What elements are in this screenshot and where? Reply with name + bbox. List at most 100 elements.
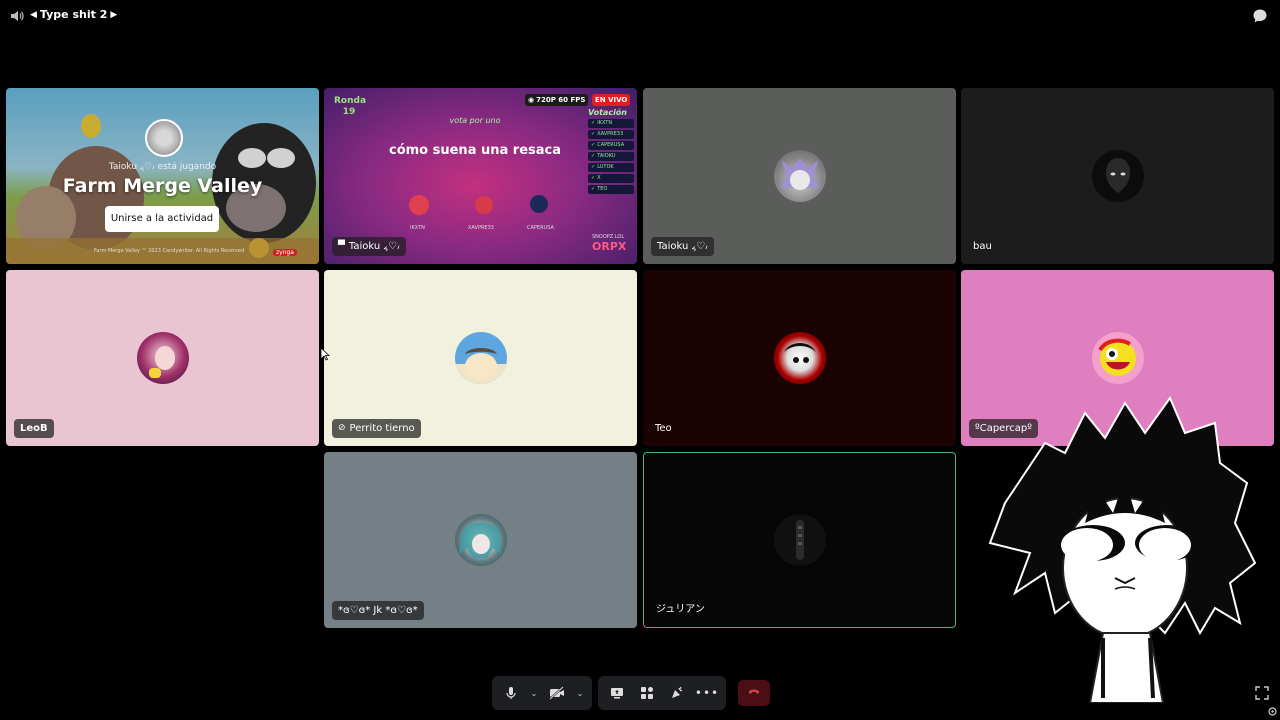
copyright-text: Farm Merge Valley ™ 2023 Candywriter. Al… bbox=[94, 248, 245, 254]
check-icon: ✓ bbox=[591, 175, 596, 181]
vote-name: X bbox=[597, 175, 601, 181]
participant-name-label: Taioku ៹♡៸ bbox=[651, 237, 714, 256]
user-name: Taioku ៹♡៸ bbox=[348, 241, 400, 252]
participant-name-label: bau bbox=[973, 241, 992, 252]
participant-name-label: ジュリアン bbox=[656, 604, 705, 615]
screen-share-button[interactable] bbox=[602, 678, 632, 708]
check-icon: ✓ bbox=[591, 120, 596, 126]
stream-tile[interactable]: Ronda 19 ◉ 720P 60 FPS EN VIVO vota por … bbox=[324, 88, 637, 264]
avatar bbox=[454, 332, 507, 384]
avatar bbox=[454, 514, 507, 566]
triangle-right-icon: ▶ bbox=[110, 9, 118, 20]
vote-name: IKXTN bbox=[597, 120, 613, 126]
participant-name-label: *ɞ♡ɞ* Jk *ɞ♡ɞ* bbox=[332, 601, 424, 620]
zynga-badge: zynga bbox=[273, 249, 297, 256]
player-name-1: IKXTN bbox=[410, 225, 425, 231]
more-options-button[interactable]: ••• bbox=[692, 678, 722, 708]
disconnect-button[interactable] bbox=[738, 680, 770, 706]
round-logo: Ronda 19 bbox=[334, 96, 367, 117]
vote-name: TAIOKU bbox=[597, 153, 616, 159]
camera-off-icon bbox=[549, 686, 564, 700]
live-badge: EN VIVO bbox=[592, 94, 631, 106]
avatar bbox=[773, 332, 826, 384]
vote-row: ✓ IKXTN bbox=[588, 119, 634, 128]
avatar bbox=[773, 514, 826, 566]
check-icon: ✓ bbox=[591, 153, 596, 159]
camera-off-icon: ⊘ bbox=[338, 423, 346, 433]
vote-row: ✓ TEO bbox=[588, 185, 634, 194]
fullscreen-icon[interactable] bbox=[1255, 686, 1269, 700]
vote-subtitle: vota por uno bbox=[449, 116, 501, 125]
mic-options-button[interactable]: ⌄ bbox=[526, 678, 542, 708]
check-icon: ✓ bbox=[591, 142, 596, 148]
participant-tile-jk[interactable]: *ɞ♡ɞ* Jk *ɞ♡ɞ* bbox=[324, 452, 637, 628]
vote-row: ✓ X bbox=[588, 174, 634, 183]
participant-tile-julian[interactable]: ジュリアン bbox=[643, 452, 956, 628]
player-avatar bbox=[145, 119, 183, 157]
activity-status: Taioku ៹♡៸ está jugando bbox=[108, 162, 217, 172]
microphone-button[interactable] bbox=[496, 678, 526, 708]
chevron-down-icon: ⌄ bbox=[576, 688, 584, 698]
players-row bbox=[409, 195, 548, 215]
vote-row: ✓ XAVPRE33 bbox=[588, 130, 634, 139]
disconnect-icon bbox=[749, 689, 759, 694]
vote-row: ✓ CAPERUSA bbox=[588, 141, 634, 150]
avatar bbox=[1091, 332, 1144, 384]
vote-name: LUTOK bbox=[597, 164, 614, 170]
avatar bbox=[136, 332, 189, 384]
speaker-icon[interactable] bbox=[10, 9, 24, 23]
participant-tile-taioku[interactable]: Taioku ៹♡៸ bbox=[643, 88, 956, 264]
brand-logo: ORPX bbox=[592, 240, 627, 253]
check-icon: ✓ bbox=[591, 131, 596, 137]
player-name-3: CAPERUSA bbox=[527, 225, 554, 231]
camera-options-button[interactable]: ⌄ bbox=[572, 678, 588, 708]
chevron-down-icon: ⌄ bbox=[530, 688, 538, 698]
stream-icon: ◉ bbox=[528, 96, 535, 104]
triangle-left-icon: ◀ bbox=[30, 9, 37, 20]
share-controls: ••• bbox=[598, 676, 726, 710]
mouse-cursor bbox=[320, 347, 330, 361]
call-toolbar: ⌄ ⌄ ••• bbox=[492, 676, 770, 710]
soundboard-icon bbox=[672, 686, 683, 698]
vote-name: XAVPRE33 bbox=[597, 131, 624, 137]
top-bar: ◀ Type shit 2 ▶ bbox=[0, 0, 1280, 32]
audio-video-controls: ⌄ ⌄ bbox=[492, 676, 592, 710]
votes-title: Votación bbox=[588, 108, 628, 117]
stream-user-label: ▀ Taioku ៹♡៸ bbox=[332, 237, 406, 256]
vote-name: CAPERUSA bbox=[597, 142, 625, 148]
chat-bubble-icon[interactable] bbox=[1252, 8, 1268, 24]
user-name: Perrito tierno bbox=[349, 423, 415, 434]
participant-name-label: ⊘ Perrito tierno bbox=[332, 419, 421, 438]
participant-tile-teo[interactable]: Teo bbox=[643, 270, 956, 446]
more-icon: ••• bbox=[694, 686, 720, 700]
screen-share-icon: ▀ bbox=[338, 241, 345, 251]
votes-panel: Votación ✓ IKXTN ✓ XAVPRE33 ✓ CAPERUSA ✓ TAIOKU… bbox=[588, 108, 634, 194]
join-activity-button[interactable]: Unirse a la actividad bbox=[105, 206, 219, 232]
participant-tile-leob[interactable]: LeoB bbox=[6, 270, 319, 446]
activity-tile[interactable]: Taioku ៹♡៸ está jugando Farm Merge Valle… bbox=[6, 88, 319, 264]
vote-name: TEO bbox=[597, 186, 608, 192]
stream-question: cómo suena una resaca bbox=[388, 143, 562, 158]
participant-tile-perrito[interactable]: ⊘ Perrito tierno bbox=[324, 270, 637, 446]
stream-quality: 720P 60 FPS bbox=[536, 96, 586, 104]
vote-row: ✓ LUTOK bbox=[588, 163, 634, 172]
check-icon: ✓ bbox=[591, 164, 596, 170]
settings-icon[interactable] bbox=[1268, 707, 1277, 716]
participant-tile-bau[interactable]: bau bbox=[961, 88, 1274, 264]
channel-title[interactable]: ◀ Type shit 2 ▶ bbox=[30, 8, 117, 21]
activities-icon bbox=[641, 687, 653, 699]
channel-name: Type shit 2 bbox=[39, 8, 108, 21]
game-title: Farm Merge Valley bbox=[62, 175, 263, 197]
avatar bbox=[1091, 150, 1144, 202]
vote-row: ✓ TAIOKU bbox=[588, 152, 634, 161]
avatar bbox=[773, 150, 826, 202]
player-name-2: XAVPRE33 bbox=[468, 225, 494, 231]
microphone-icon bbox=[506, 687, 516, 699]
participant-name-label: LeoB bbox=[14, 419, 54, 438]
participant-name-label: Teo bbox=[655, 423, 672, 434]
activities-button[interactable] bbox=[632, 678, 662, 708]
check-icon: ✓ bbox=[591, 186, 596, 192]
camera-button[interactable] bbox=[542, 678, 572, 708]
soundboard-button[interactable] bbox=[662, 678, 692, 708]
stream-quality-badge: ◉ 720P 60 FPS bbox=[525, 94, 589, 106]
